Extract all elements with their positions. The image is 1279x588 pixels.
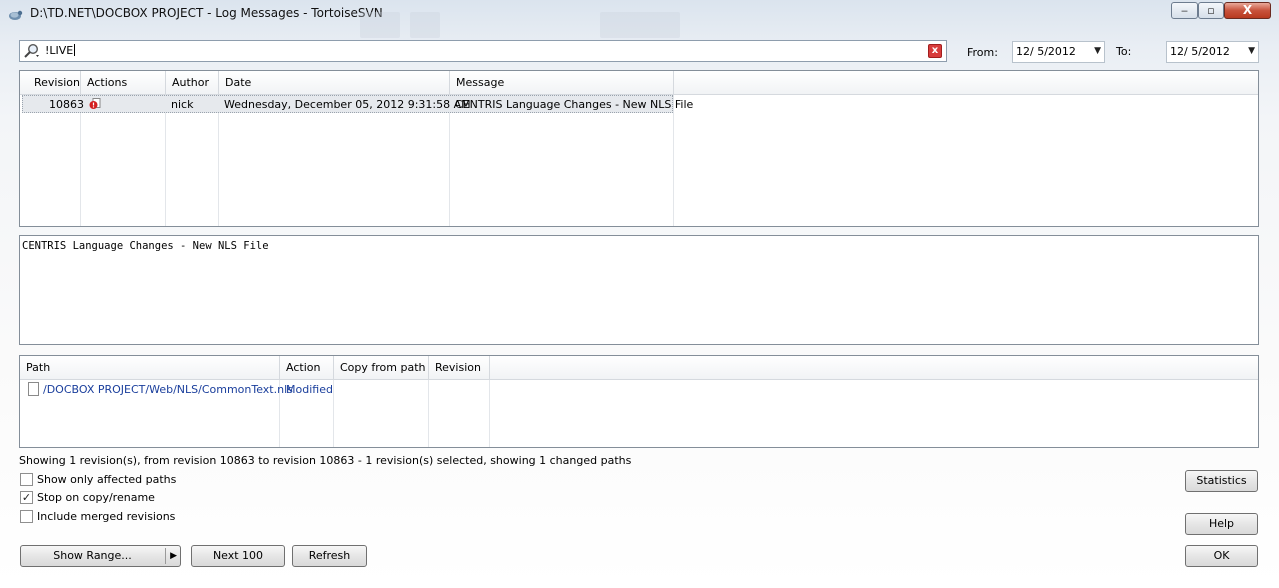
show-affected-paths-checkbox[interactable]: [20, 473, 33, 486]
author-cell: nick: [171, 98, 194, 111]
column-header-actions[interactable]: Actions: [81, 71, 166, 95]
path-cell: /DOCBOX PROJECT/Web/NLS/CommonText.nls: [43, 383, 293, 396]
column-header-action[interactable]: Action: [280, 356, 334, 380]
stop-on-copy-label: Stop on copy/rename: [37, 491, 155, 504]
from-date-value: 12/ 5/2012: [1016, 45, 1076, 58]
stop-on-copy-checkbox[interactable]: ✓: [20, 491, 33, 504]
close-button[interactable]: X: [1224, 2, 1271, 19]
show-affected-paths-label: Show only affected paths: [37, 473, 177, 486]
column-divider: [673, 95, 674, 226]
chevron-down-icon[interactable]: ▼: [1248, 46, 1255, 56]
background-toolbar-ghost: [410, 12, 440, 38]
date-cell: Wednesday, December 05, 2012 9:31:58 AM: [224, 98, 471, 111]
window-title: D:\TD.NET\DOCBOX PROJECT - Log Messages …: [30, 6, 383, 20]
column-header-author[interactable]: Author: [166, 71, 219, 95]
column-divider: [449, 95, 450, 226]
refresh-button[interactable]: Refresh: [292, 545, 367, 567]
dropdown-arrow-icon[interactable]: ▶: [170, 546, 177, 566]
maximize-button[interactable]: ▫: [1198, 2, 1224, 19]
statistics-button[interactable]: Statistics: [1185, 470, 1258, 492]
column-header-filler: [490, 356, 1258, 380]
show-range-label: Show Range...: [53, 549, 132, 562]
action-cell: Modified: [286, 383, 333, 396]
column-header-message[interactable]: Message: [450, 71, 674, 95]
column-header-filler: [674, 71, 1258, 95]
background-toolbar-ghost: [600, 12, 680, 38]
table-row[interactable]: /DOCBOX PROJECT/Web/NLS/CommonText.nls M…: [20, 380, 490, 400]
search-icon[interactable]: [23, 43, 41, 59]
minimize-button[interactable]: ‒: [1171, 2, 1198, 19]
revision-cell: 10863: [49, 98, 84, 111]
column-divider: [165, 95, 166, 226]
message-cell: CENTRIS Language Changes - New NLS File: [455, 98, 694, 111]
from-date-picker[interactable]: 12/ 5/2012 ▼: [1012, 41, 1105, 63]
revision-list[interactable]: Revision Actions Author Date Message 108…: [19, 70, 1259, 227]
chevron-down-icon[interactable]: ▼: [1094, 46, 1101, 56]
include-merged-checkbox[interactable]: [20, 510, 33, 523]
to-date-value: 12/ 5/2012: [1170, 45, 1230, 58]
column-divider: [80, 95, 81, 226]
maximize-icon: ▫: [1207, 4, 1215, 17]
tortoisesvn-app-icon: [9, 10, 23, 20]
minimize-icon: ‒: [1181, 4, 1188, 17]
file-icon: [28, 382, 39, 396]
status-text: Showing 1 revision(s), from revision 108…: [19, 454, 632, 467]
title-bar: D:\TD.NET\DOCBOX PROJECT - Log Messages …: [0, 0, 1279, 38]
background-toolbar-ghost: [360, 12, 400, 38]
show-range-button[interactable]: Show Range... ▶: [20, 545, 181, 567]
modified-action-icon: [89, 98, 101, 109]
search-filter-input[interactable]: !LIVE x: [19, 40, 947, 62]
clear-filter-icon[interactable]: x: [928, 44, 942, 58]
column-header-date[interactable]: Date: [219, 71, 450, 95]
to-label: To:: [1116, 45, 1132, 58]
changed-paths-list[interactable]: Path Action Copy from path Revision /DOC…: [19, 355, 1259, 448]
log-message-text: CENTRIS Language Changes - New NLS File: [22, 240, 269, 252]
close-icon: X: [1242, 3, 1253, 17]
from-label: From:: [967, 46, 998, 59]
column-header-revision[interactable]: Revision: [20, 71, 81, 95]
table-row[interactable]: 10863 nick Wednesday, December 05, 2012 …: [22, 95, 693, 113]
column-header-path-revision[interactable]: Revision: [429, 356, 490, 380]
column-header-path[interactable]: Path: [20, 356, 280, 380]
next-100-button[interactable]: Next 100: [191, 545, 285, 567]
search-text: !LIVE: [45, 44, 76, 57]
help-button[interactable]: Help: [1185, 513, 1258, 535]
column-header-copy-from-path[interactable]: Copy from path: [334, 356, 429, 380]
to-date-picker[interactable]: 12/ 5/2012 ▼: [1166, 41, 1259, 63]
include-merged-label: Include merged revisions: [37, 510, 176, 523]
column-divider: [218, 95, 219, 226]
ok-button[interactable]: OK: [1185, 545, 1258, 567]
log-message-textarea[interactable]: CENTRIS Language Changes - New NLS File: [19, 235, 1259, 345]
split-divider: [165, 548, 166, 564]
